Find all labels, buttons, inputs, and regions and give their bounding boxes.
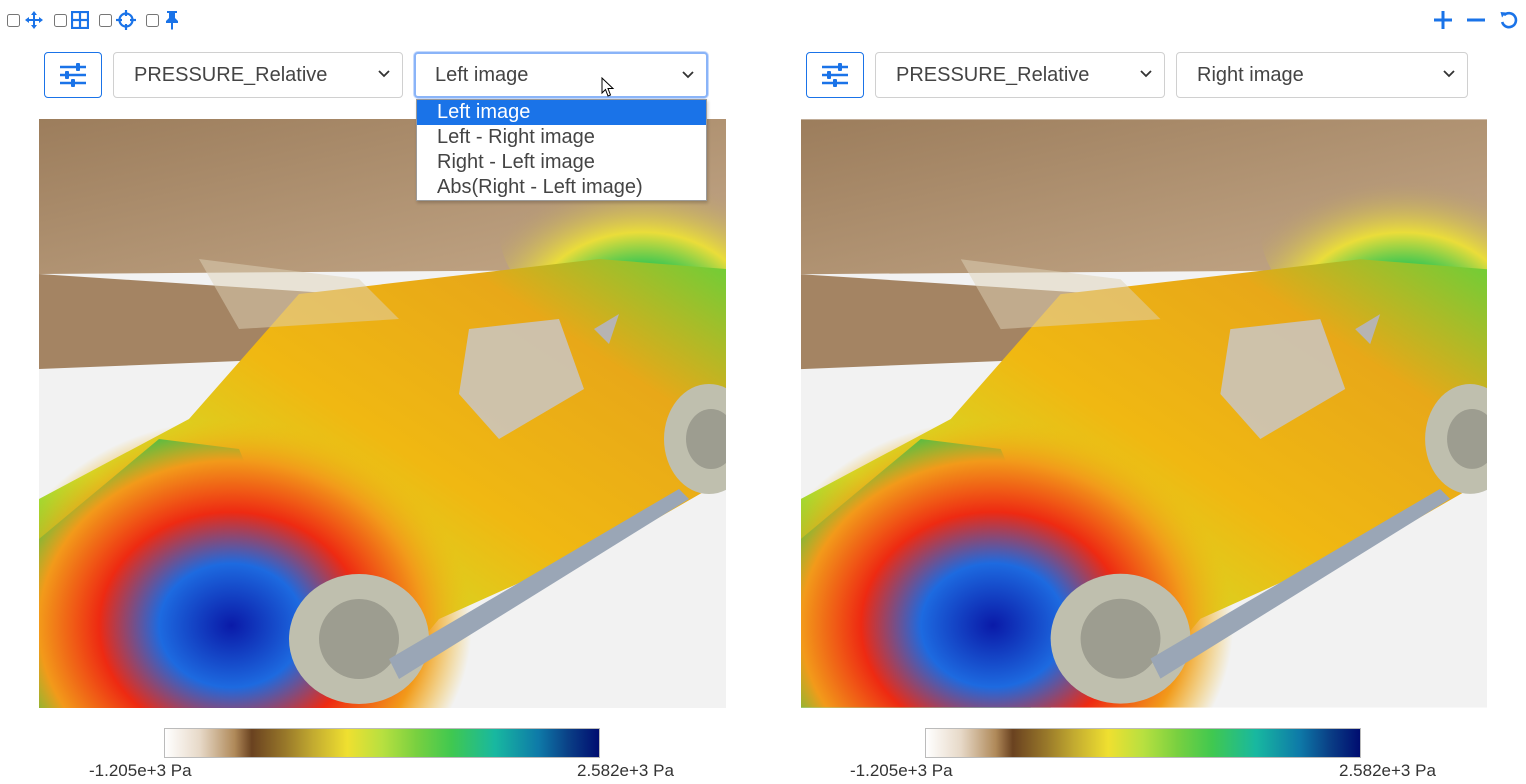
image-mode-dropdown: Left image Left - Right image Right - Le… (416, 99, 707, 201)
zoom-controls (1421, 9, 1520, 31)
colorbar-max-label: 2.582e+3 Pa (577, 761, 674, 780)
colorbar (925, 728, 1361, 758)
render-viewport[interactable] (39, 119, 726, 708)
reset-view-button[interactable] (1498, 9, 1520, 31)
minus-icon (1467, 18, 1485, 22)
render-viewport[interactable] (801, 119, 1487, 708)
probe-checkbox[interactable] (99, 13, 112, 27)
dropdown-option[interactable]: Right - Left image (417, 150, 706, 175)
image-mode-select[interactable]: Right image (1176, 52, 1468, 98)
pin-tool (146, 10, 181, 30)
car-pressure-render (801, 119, 1487, 708)
car-pressure-render (39, 119, 726, 708)
move-icon[interactable] (24, 10, 44, 30)
view-tools-toolbar (7, 10, 191, 30)
grid-icon[interactable] (71, 11, 89, 29)
image-mode-select-value: Right image (1197, 64, 1304, 86)
colorbar (164, 728, 600, 758)
pin-icon[interactable] (163, 10, 181, 30)
pan-checkbox[interactable] (7, 13, 20, 27)
pan-tool (7, 10, 44, 30)
dropdown-option[interactable]: Abs(Right - Left image) (417, 175, 706, 200)
grid-checkbox[interactable] (54, 13, 67, 27)
colorbar-max-label: 2.582e+3 Pa (1339, 761, 1436, 780)
dropdown-option[interactable]: Left - Right image (417, 125, 706, 150)
settings-button[interactable] (44, 52, 102, 98)
probe-tool (99, 10, 136, 30)
crosshair-icon[interactable] (116, 10, 136, 30)
image-mode-select-value: Left image (435, 64, 529, 86)
chevron-down-icon (378, 70, 390, 78)
sliders-icon (822, 63, 848, 87)
chevron-down-icon (682, 71, 694, 79)
plus-icon (1434, 11, 1452, 29)
chevron-down-icon (1140, 70, 1152, 78)
variable-select[interactable]: PRESSURE_Relative (113, 52, 403, 98)
colorbar-min-label: -1.205e+3 Pa (850, 761, 953, 780)
zoom-in-button[interactable] (1432, 9, 1454, 31)
image-mode-select[interactable]: Left image (414, 52, 708, 98)
variable-select[interactable]: PRESSURE_Relative (875, 52, 1165, 98)
pin-checkbox[interactable] (146, 13, 159, 27)
grid-tool (54, 11, 89, 29)
zoom-out-button[interactable] (1465, 9, 1487, 31)
colorbar-min-label: -1.205e+3 Pa (89, 761, 192, 780)
variable-select-value: PRESSURE_Relative (134, 64, 328, 86)
reset-icon (1500, 11, 1518, 29)
mouse-cursor-icon (601, 77, 615, 97)
sliders-icon (60, 63, 86, 87)
settings-button[interactable] (806, 52, 864, 98)
chevron-down-icon (1443, 70, 1455, 78)
dropdown-option[interactable]: Left image (417, 100, 706, 125)
variable-select-value: PRESSURE_Relative (896, 64, 1090, 86)
